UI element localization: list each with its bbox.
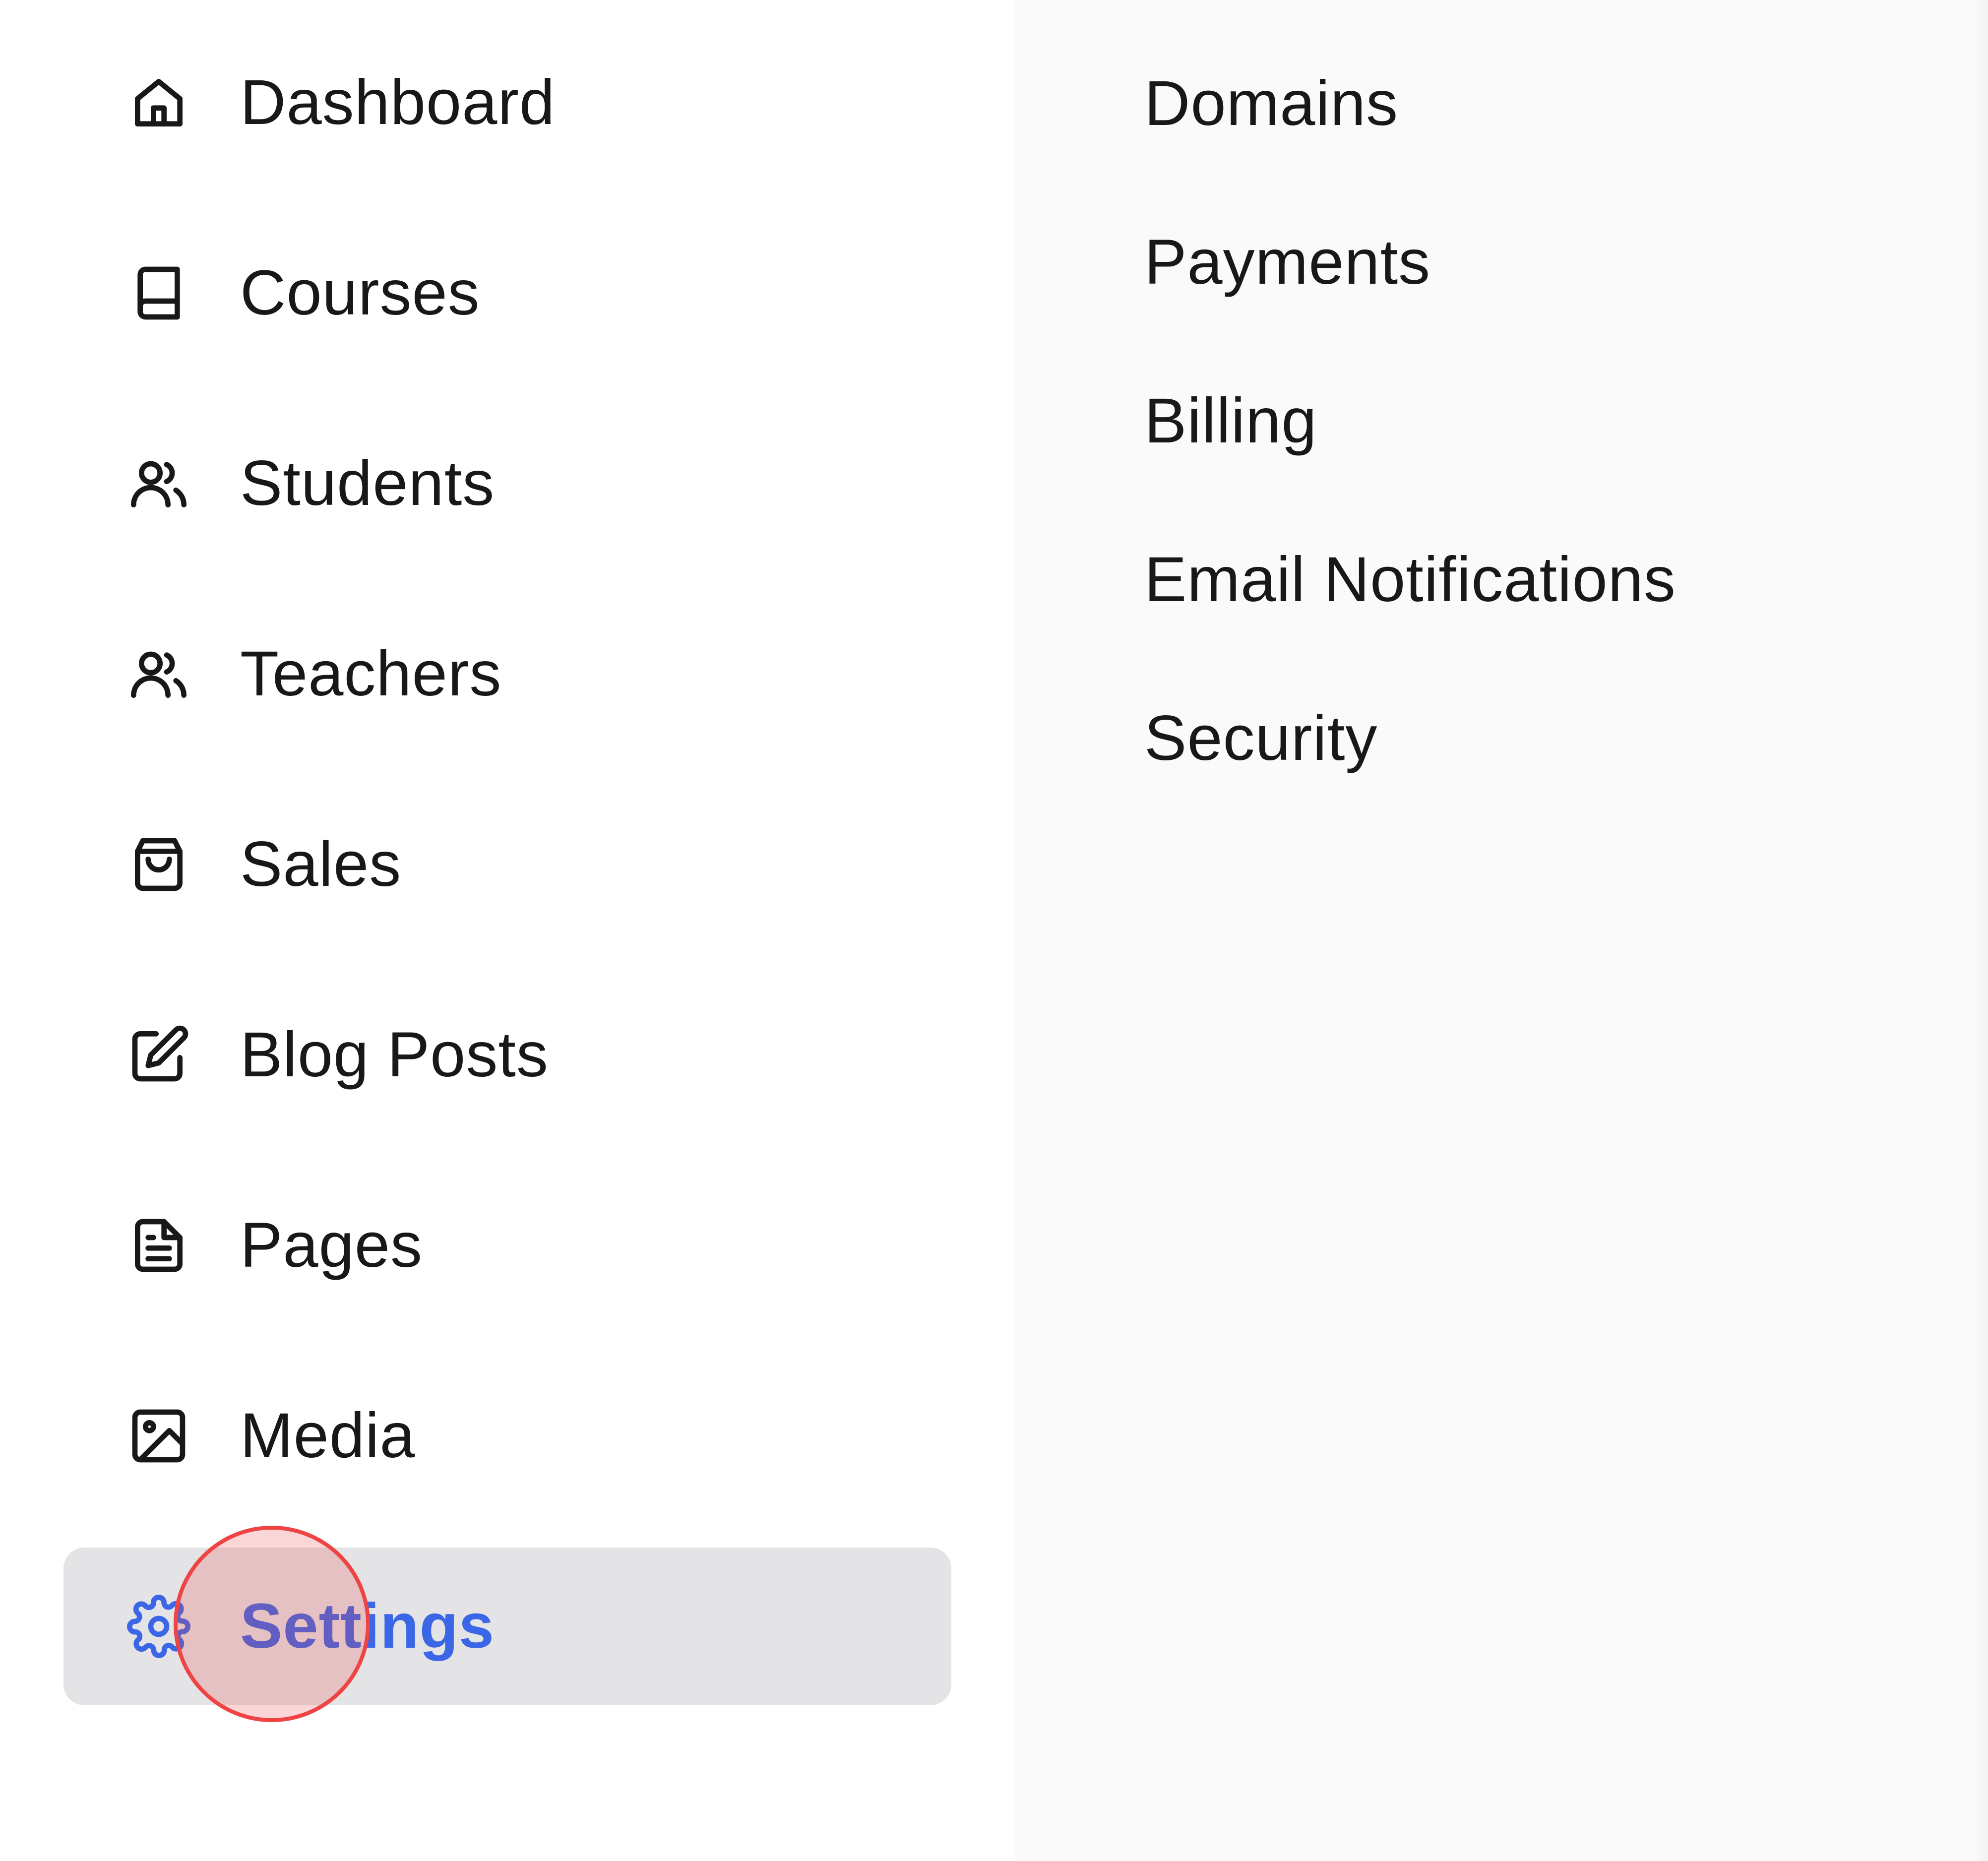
- sidebar-item-label: Teachers: [240, 638, 502, 709]
- settings-submenu: Domains Payments Billing Email Notificat…: [1015, 0, 1988, 1861]
- book-icon: [127, 261, 190, 325]
- sidebar-item-label: Media: [240, 1400, 416, 1471]
- sidebar-item-label: Sales: [240, 829, 402, 900]
- sidebar-item-label: Courses: [240, 257, 480, 328]
- sidebar-item-blog-posts[interactable]: Blog Posts: [63, 976, 951, 1134]
- sidebar-item-label: Blog Posts: [240, 1019, 549, 1090]
- sidebar-item-settings[interactable]: Settings: [63, 1548, 951, 1705]
- sidebar-item-sales[interactable]: Sales: [63, 786, 951, 943]
- gear-icon: [127, 1595, 190, 1658]
- sidebar-item-pages[interactable]: Pages: [63, 1167, 951, 1324]
- sidebar-item-media[interactable]: Media: [63, 1357, 951, 1515]
- settings-item-security[interactable]: Security: [1144, 688, 1377, 788]
- sidebar-item-label: Dashboard: [240, 67, 556, 138]
- sidebar-item-label: Settings: [240, 1591, 495, 1662]
- sidebar: Dashboard Courses Students Teachers Sale: [0, 0, 1015, 1861]
- sidebar-item-dashboard[interactable]: Dashboard: [63, 24, 951, 182]
- settings-item-domains[interactable]: Domains: [1144, 54, 1398, 153]
- users-icon: [127, 642, 190, 706]
- sidebar-item-courses[interactable]: Courses: [63, 214, 951, 372]
- edit-icon: [127, 1023, 190, 1087]
- file-text-icon: [127, 1214, 190, 1277]
- shopping-bag-icon: [127, 833, 190, 896]
- app-root: Dashboard Courses Students Teachers Sale: [0, 0, 1988, 1861]
- home-icon: [127, 71, 190, 134]
- image-icon: [127, 1404, 190, 1468]
- sidebar-item-students[interactable]: Students: [63, 405, 951, 562]
- settings-item-email-notifications[interactable]: Email Notifications: [1144, 530, 1676, 629]
- sidebar-item-teachers[interactable]: Teachers: [63, 595, 951, 753]
- settings-item-payments[interactable]: Payments: [1144, 212, 1430, 311]
- sidebar-item-label: Students: [240, 448, 495, 519]
- users-icon: [127, 452, 190, 515]
- sidebar-item-label: Pages: [240, 1210, 423, 1281]
- settings-item-billing[interactable]: Billing: [1144, 371, 1317, 470]
